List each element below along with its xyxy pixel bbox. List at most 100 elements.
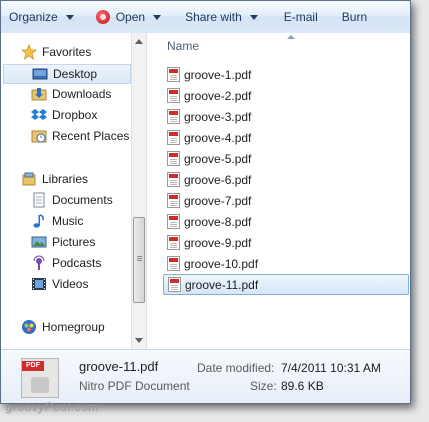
desktop-icon <box>32 66 48 82</box>
recent-places-icon <box>31 128 47 144</box>
pdf-file-icon <box>168 277 181 292</box>
dropbox-icon <box>31 107 47 123</box>
star-icon <box>20 43 38 60</box>
column-header-name[interactable]: Name <box>167 39 199 53</box>
nav-documents-label: Documents <box>52 193 113 207</box>
chevron-down-icon <box>153 14 162 20</box>
pdf-tag: PDF <box>22 361 44 371</box>
chevron-down-icon <box>65 14 74 20</box>
nav-libraries[interactable]: Libraries <box>21 169 88 189</box>
homegroup-icon <box>21 319 37 335</box>
nav-podcasts[interactable]: Podcasts <box>31 253 101 273</box>
scroll-down-arrow-icon[interactable] <box>135 338 143 343</box>
nav-music-label: Music <box>52 214 84 228</box>
email-label: E-mail <box>283 10 318 24</box>
file-name: groove-5.pdf <box>184 151 252 166</box>
pdf-file-icon <box>167 88 180 103</box>
size-value: 89.6 KB <box>281 379 324 393</box>
share-with-button[interactable]: Share with <box>177 5 266 29</box>
file-name: groove-1.pdf <box>184 67 252 82</box>
pdf-file-icon <box>167 235 180 250</box>
file-row[interactable]: groove-1.pdf <box>163 64 409 85</box>
file-row[interactable]: groove-10.pdf <box>163 253 409 274</box>
file-row[interactable]: groove-8.pdf <box>163 211 409 232</box>
details-pane: PDF groove-11.pdf Nitro PDF Document Dat… <box>1 349 410 403</box>
nav-downloads[interactable]: Downloads <box>31 84 111 104</box>
file-name: groove-2.pdf <box>184 88 252 103</box>
file-name: groove-6.pdf <box>184 172 252 187</box>
nav-recent-places[interactable]: Recent Places <box>31 126 129 146</box>
watermark: groovyPost.com <box>6 400 100 414</box>
file-name: groove-7.pdf <box>184 193 252 208</box>
acrobat-logo-icon <box>31 377 49 393</box>
pdf-file-icon <box>167 193 180 208</box>
nav-recent-places-label: Recent Places <box>52 129 130 143</box>
nav-libraries-label: Libraries <box>42 172 89 186</box>
nav-favorites[interactable]: Favorites <box>20 42 92 62</box>
scroll-up-arrow-icon[interactable] <box>135 39 143 44</box>
nav-homegroup-label: Homegroup <box>42 320 105 334</box>
pdf-file-icon <box>167 130 180 145</box>
scrollbar-thumb[interactable] <box>133 217 145 303</box>
burn-label: Burn <box>341 10 368 24</box>
date-modified-label: Date modified: <box>197 361 275 375</box>
command-bar: Organize Open Share with E-mail Burn <box>1 1 410 34</box>
file-name: groove-11.pdf <box>185 277 259 292</box>
nav-pictures[interactable]: Pictures <box>31 232 95 252</box>
file-row[interactable]: groove-7.pdf <box>163 190 409 211</box>
pictures-icon <box>31 234 47 250</box>
nav-pictures-label: Pictures <box>52 235 96 249</box>
pdf-file-icon <box>167 151 180 166</box>
nav-dropbox[interactable]: Dropbox <box>31 105 97 125</box>
pdf-file-icon <box>167 214 180 229</box>
libraries-icon <box>21 171 37 187</box>
open-label: Open <box>115 10 146 24</box>
explorer-window: Organize Open Share with E-mail Burn Fav… <box>0 0 411 404</box>
nav-scrollbar[interactable] <box>131 33 147 349</box>
burn-button[interactable]: Burn <box>334 5 375 29</box>
pdf-file-icon <box>167 67 180 82</box>
navigation-pane: Favorites Desktop Downloads Dropbox Rece… <box>1 33 131 349</box>
pdf-file-icon <box>167 109 180 124</box>
sort-ascending-icon <box>287 35 295 39</box>
date-modified-value: 7/4/2011 10:31 AM <box>281 361 381 375</box>
nav-videos-label: Videos <box>52 277 89 291</box>
file-name: groove-8.pdf <box>184 214 252 229</box>
nav-videos[interactable]: Videos <box>31 274 88 294</box>
file-name: groove-9.pdf <box>184 235 252 250</box>
nitro-open-icon <box>95 10 110 24</box>
file-list-pane: Name groove-1.pdf groove-2.pdf groove-3.… <box>147 33 410 349</box>
nav-dropbox-label: Dropbox <box>52 108 98 122</box>
pdf-file-icon <box>167 172 180 187</box>
email-button[interactable]: E-mail <box>276 5 326 29</box>
file-row-selected[interactable]: groove-11.pdf <box>163 274 409 295</box>
organize-label: Organize <box>9 10 58 24</box>
size-label: Size: <box>250 379 277 393</box>
nav-favorites-label: Favorites <box>42 45 92 59</box>
file-row[interactable]: groove-3.pdf <box>163 106 409 127</box>
open-button[interactable]: Open <box>88 5 169 29</box>
file-row[interactable]: groove-2.pdf <box>163 85 409 106</box>
file-row[interactable]: groove-9.pdf <box>163 232 409 253</box>
nav-podcasts-label: Podcasts <box>52 256 102 270</box>
documents-icon <box>31 192 47 208</box>
file-row[interactable]: groove-4.pdf <box>163 127 409 148</box>
nav-homegroup[interactable]: Homegroup <box>21 317 105 337</box>
video-film-icon <box>31 276 47 292</box>
downloads-folder-icon <box>31 86 47 102</box>
nav-desktop-label: Desktop <box>53 67 98 81</box>
nav-documents[interactable]: Documents <box>31 190 113 210</box>
nav-music[interactable]: Music <box>31 211 83 231</box>
file-row[interactable]: groove-5.pdf <box>163 148 409 169</box>
music-note-icon <box>31 213 47 229</box>
pdf-large-icon: PDF <box>21 358 59 398</box>
organize-button[interactable]: Organize <box>1 5 82 29</box>
file-name: groove-3.pdf <box>184 109 252 124</box>
grip-icon <box>137 256 142 257</box>
file-name: groove-4.pdf <box>184 130 252 145</box>
nav-downloads-label: Downloads <box>52 87 112 101</box>
nav-desktop[interactable]: Desktop <box>3 64 131 84</box>
podcast-icon <box>31 255 47 271</box>
file-row[interactable]: groove-6.pdf <box>163 169 409 190</box>
share-with-label: Share with <box>185 10 242 24</box>
